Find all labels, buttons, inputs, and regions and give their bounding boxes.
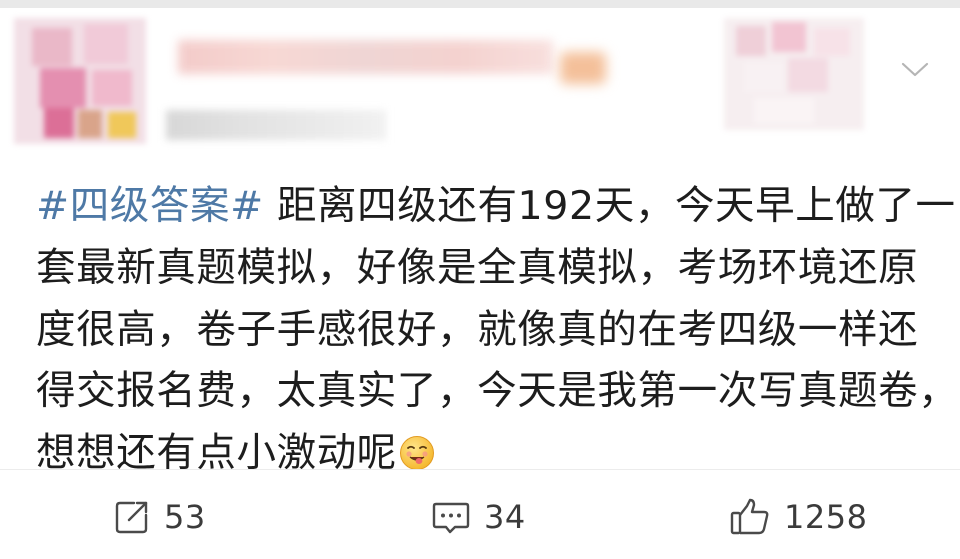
- like-button[interactable]: 1258: [728, 494, 867, 540]
- drooling-face-emoji: [399, 428, 435, 471]
- top-strip: [0, 0, 960, 8]
- header-decoration-blurred: [724, 18, 864, 130]
- post-line-text: 得交报名费，太真实了，今天是我第一次写真题卷，: [36, 368, 959, 415]
- post-line-text: 度很高，卷子手感很好，就像真的在考四级一样还: [36, 306, 919, 353]
- post-line-2: 套最新真题模拟，好像是全真模拟，考场环境还原: [36, 238, 936, 300]
- thumbs-up-icon: [728, 496, 772, 538]
- comment-icon: [430, 497, 472, 537]
- post-line-3: 度很高，卷子手感很好，就像真的在考四级一样还: [36, 300, 936, 362]
- like-count: 1258: [784, 498, 868, 536]
- user-badge-blurred: [560, 52, 606, 84]
- chevron-down-icon[interactable]: [900, 58, 930, 82]
- post-line-text: 距离四级还有192天，今天早上做了一: [276, 183, 956, 229]
- comment-button[interactable]: 34: [430, 494, 526, 540]
- avatar[interactable]: [14, 18, 146, 144]
- username-blurred[interactable]: [178, 40, 553, 74]
- post-meta-blurred: [166, 110, 386, 140]
- hashtag-link[interactable]: #四级答案#: [36, 183, 264, 229]
- comment-count: 34: [484, 498, 526, 536]
- post-line-5: 想想还有点小激动呢: [36, 423, 936, 485]
- share-count: 53: [164, 498, 206, 536]
- divider: [0, 469, 960, 470]
- share-icon: [112, 497, 152, 537]
- share-button[interactable]: 53: [112, 494, 206, 540]
- post-line-1: #四级答案# 距离四级还有192天，今天早上做了一: [36, 176, 955, 238]
- post-text: #四级答案# 距离四级还有192天，今天早上做了一 套最新真题模拟，好像是全真模…: [36, 176, 958, 485]
- post-line-text: 套最新真题模拟，好像是全真模拟，考场环境还原: [36, 244, 919, 291]
- post-line-4: 得交报名费，太真实了，今天是我第一次写真题卷，: [36, 361, 958, 423]
